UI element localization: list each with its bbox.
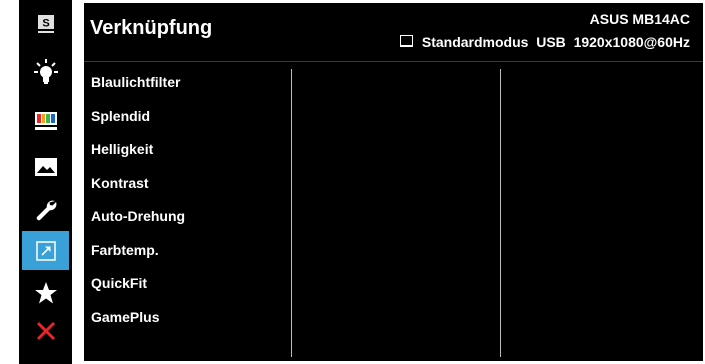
page-title: Verknüpfung xyxy=(90,17,213,39)
status-input: USB xyxy=(536,34,566,50)
star-icon xyxy=(34,281,57,303)
status-mode: Standardmodus xyxy=(421,34,529,50)
monitor-mode-icon xyxy=(399,35,413,47)
main-panel: Verknüpfung ASUS MB14AC Standardmodus US… xyxy=(84,3,703,361)
image-icon xyxy=(34,157,57,176)
favorite-button[interactable] xyxy=(22,273,69,312)
menu-item-auto-drehung[interactable]: Auto-Drehung xyxy=(91,206,185,240)
shortcut-menu: Blaulichtfilter Splendid Helligkeit Kont… xyxy=(91,72,185,340)
status-resolution: 1920x1080@60Hz xyxy=(573,34,690,50)
model-name: ASUS MB14AC xyxy=(589,11,690,27)
status-gap-2 xyxy=(566,34,574,50)
shortcut-button[interactable] xyxy=(22,231,69,270)
menu-item-gameplus[interactable]: GamePlus xyxy=(91,307,185,341)
header-divider xyxy=(84,61,703,62)
menu-item-splendid[interactable]: Splendid xyxy=(91,106,185,140)
column-divider-2 xyxy=(500,69,501,357)
shortcut-arrow-icon xyxy=(35,240,56,261)
system-setup-button[interactable] xyxy=(22,190,69,229)
wrench-icon xyxy=(36,200,56,220)
column-divider-1 xyxy=(291,69,292,357)
menu-item-blaulichtfilter[interactable]: Blaulichtfilter xyxy=(91,72,185,106)
exit-button[interactable] xyxy=(22,311,69,350)
s-icon: S xyxy=(37,14,54,33)
color-bars-icon xyxy=(34,111,57,130)
status-gap-1 xyxy=(528,34,536,50)
menu-item-helligkeit[interactable]: Helligkeit xyxy=(91,139,185,173)
sidebar: S xyxy=(19,0,72,364)
svg-text:S: S xyxy=(42,17,49,29)
blue-light-filter-button[interactable] xyxy=(22,53,69,92)
menu-item-kontrast[interactable]: Kontrast xyxy=(91,173,185,207)
status-bar: Standardmodus USB 1920x1080@60Hz xyxy=(399,34,690,50)
menu-item-farbtemp[interactable]: Farbtemp. xyxy=(91,240,185,274)
image-button[interactable] xyxy=(22,147,69,186)
splendid-mode-button[interactable]: S xyxy=(22,4,69,43)
menu-item-quickfit[interactable]: QuickFit xyxy=(91,273,185,307)
color-button[interactable] xyxy=(22,101,69,140)
bulb-icon xyxy=(33,58,58,84)
osd-window: S Verknüpfung ASUS MB14AC Standardmodus … xyxy=(0,0,705,364)
header: Verknüpfung ASUS MB14AC Standardmodus US… xyxy=(84,3,703,61)
close-x-icon xyxy=(36,321,55,340)
